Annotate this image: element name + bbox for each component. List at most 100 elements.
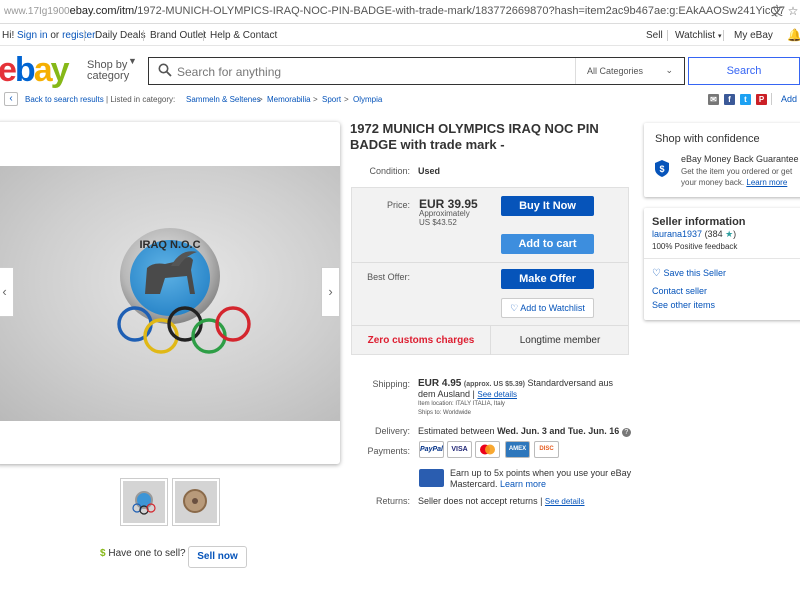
paypal-icon: PayPal [419, 441, 444, 458]
divider [667, 30, 668, 41]
shop-confidence-title: Shop with confidence [655, 133, 760, 145]
category-select[interactable]: All Categories ⌄ [575, 58, 685, 84]
email-icon[interactable]: ✉ [708, 94, 719, 105]
url-text[interactable]: www.17Ig1900ebay.com/itm/1972-MUNICH-OLY… [4, 5, 785, 17]
info-icon[interactable]: ? [621, 428, 631, 437]
breadcrumb-item-memorabilia[interactable]: Memorabilia [267, 95, 311, 104]
logo-a: a [33, 51, 53, 89]
chevron-down-icon: ▼ [128, 56, 137, 66]
earn-points-line: Earn up to 5x points when you use your e… [450, 468, 632, 478]
prev-image-arrow-icon[interactable]: ‹ [0, 267, 14, 317]
pinterest-icon[interactable]: P [756, 94, 767, 105]
url-domain: ebay.com/itm/ [69, 5, 138, 17]
next-image-arrow-icon[interactable]: › [321, 267, 340, 317]
shield-icon: $ [655, 160, 669, 177]
divider [723, 30, 724, 41]
listed-in-text: Listed in category: [110, 95, 176, 104]
notification-bell-icon[interactable]: 🔔 [787, 28, 800, 42]
guarantee-text: Get the item you ordered or get [681, 167, 793, 176]
product-photo[interactable]: IRAQ N.O.C [0, 166, 340, 421]
brand-outlet-link[interactable]: Brand Outlet [150, 30, 206, 41]
see-other-items-link[interactable]: See other items [652, 300, 715, 310]
add-to-watchlist-button[interactable]: ♡ Add to Watchlist [501, 298, 594, 318]
top-nav: Hi! Sign in or register Daily Deals Bran… [0, 24, 800, 46]
shop-by-category[interactable]: Shop by category ▼ [87, 56, 137, 82]
shipping-see-details-link[interactable]: See details [477, 390, 517, 399]
longtime-member-badge: Longtime member [519, 335, 601, 346]
divider [84, 30, 85, 41]
breadcrumb-item-olympia[interactable]: Olympia [353, 95, 382, 104]
watermark: www.17Ig1900 [4, 6, 70, 17]
learn-more-link[interactable]: Learn more [500, 479, 546, 489]
returns-label: Returns: [375, 496, 410, 506]
approx-value: US $43.52 [419, 218, 457, 227]
delivery-prefix: Estimated between [418, 426, 495, 436]
sell-now-button[interactable]: Sell now [188, 546, 247, 568]
visa-icon: VISA [447, 441, 472, 458]
buy-it-now-button[interactable]: Buy It Now [501, 196, 594, 216]
back-arrow-icon[interactable]: ‹ [4, 92, 18, 106]
delivery-dates: Wed. Jun. 3 and Tue. Jun. 16 [497, 426, 620, 436]
shipping-method: Standardversand aus [527, 378, 614, 388]
greeting-group: Hi! Sign in or register [2, 30, 95, 41]
mastercard-icon [475, 441, 500, 458]
daily-deals-link[interactable]: Daily Deals [95, 30, 146, 41]
thumbnail-1[interactable] [120, 478, 168, 526]
delivery-label: Delivery: [374, 426, 410, 436]
breadcrumb-separator: > [313, 95, 318, 104]
sell-link[interactable]: Sell [646, 30, 663, 41]
category-row: category ▼ [87, 56, 137, 82]
add-to-cart-button[interactable]: Add to cart [501, 234, 594, 254]
add-to-watchlist-link[interactable]: Add [781, 94, 797, 104]
item-location: Item location: ITALY ITALIA, Italy [418, 401, 505, 407]
facebook-icon[interactable]: f [724, 94, 735, 105]
condition-label: Condition: [369, 166, 410, 176]
listed-in-label: | Listed in category: [106, 95, 176, 104]
ebay-mastercard-icon [419, 469, 444, 487]
thumbnail-2[interactable] [172, 478, 220, 526]
pin-badge-image: IRAQ N.O.C [117, 228, 251, 354]
contact-seller-link[interactable]: Contact seller [652, 286, 707, 296]
best-offer-label: Best Offer: [367, 272, 410, 282]
returns-value: Seller does not accept returns [418, 496, 538, 506]
search-input[interactable]: Search for anything [177, 65, 281, 79]
guarantee-learn-more-link[interactable]: Learn more [746, 178, 787, 187]
category-label: category [87, 70, 130, 82]
back-to-search-link[interactable]: Back to search results [25, 95, 104, 104]
shipping-label: Shipping: [372, 379, 410, 389]
breadcrumb-item-sammeln[interactable]: Sammeln & Seltenes [186, 95, 261, 104]
divider [771, 93, 772, 105]
breadcrumb-separator: > [258, 95, 263, 104]
search-button[interactable]: Search [688, 57, 800, 85]
my-ebay-link[interactable]: My eBay [734, 30, 773, 41]
help-contact-link[interactable]: Help & Contact [210, 30, 277, 41]
payments-label: Payments: [367, 446, 410, 456]
breadcrumb-item-sport[interactable]: Sport [322, 95, 341, 104]
shipping-price: EUR 4.95 [418, 378, 462, 389]
save-seller-row[interactable]: ♡ Save this Seller [652, 268, 726, 279]
ebay-logo[interactable]: ebay [0, 51, 70, 89]
or-text: or [50, 30, 60, 41]
seller-info-title: Seller information [652, 216, 746, 228]
logo-b: b [14, 51, 36, 89]
watchlist-link[interactable]: Watchlist ▾ [675, 30, 722, 41]
save-seller-link[interactable]: Save this Seller [663, 268, 726, 278]
browser-address-bar[interactable]: www.17Ig1900ebay.com/itm/1972-MUNICH-OLY… [0, 0, 800, 24]
divider [203, 30, 204, 41]
feedback-paren: ) [733, 229, 737, 239]
returns-see-details-link[interactable]: See details [545, 497, 585, 506]
register-link[interactable]: register [62, 30, 95, 41]
ships-to: Ships to: Worldwide [418, 410, 471, 416]
seller-name-link[interactable]: laurana1937 [652, 229, 702, 239]
bookmark-star-icon[interactable]: ☆ [786, 4, 800, 18]
guarantee-text-2-value: your money back. [681, 178, 745, 187]
divider [644, 258, 800, 259]
star-icon: ★ [725, 229, 734, 239]
buy-box: Price: EUR 39.95 Approximately US $43.52… [351, 187, 629, 355]
make-offer-button[interactable]: Make Offer [501, 269, 594, 289]
divider [352, 262, 628, 263]
sign-in-link[interactable]: Sign in [17, 30, 48, 41]
translate-icon[interactable]: 文 [770, 4, 784, 18]
twitter-icon[interactable]: t [740, 94, 751, 105]
earn-points-text: Earn up to 5x points when you use your e… [450, 468, 635, 490]
